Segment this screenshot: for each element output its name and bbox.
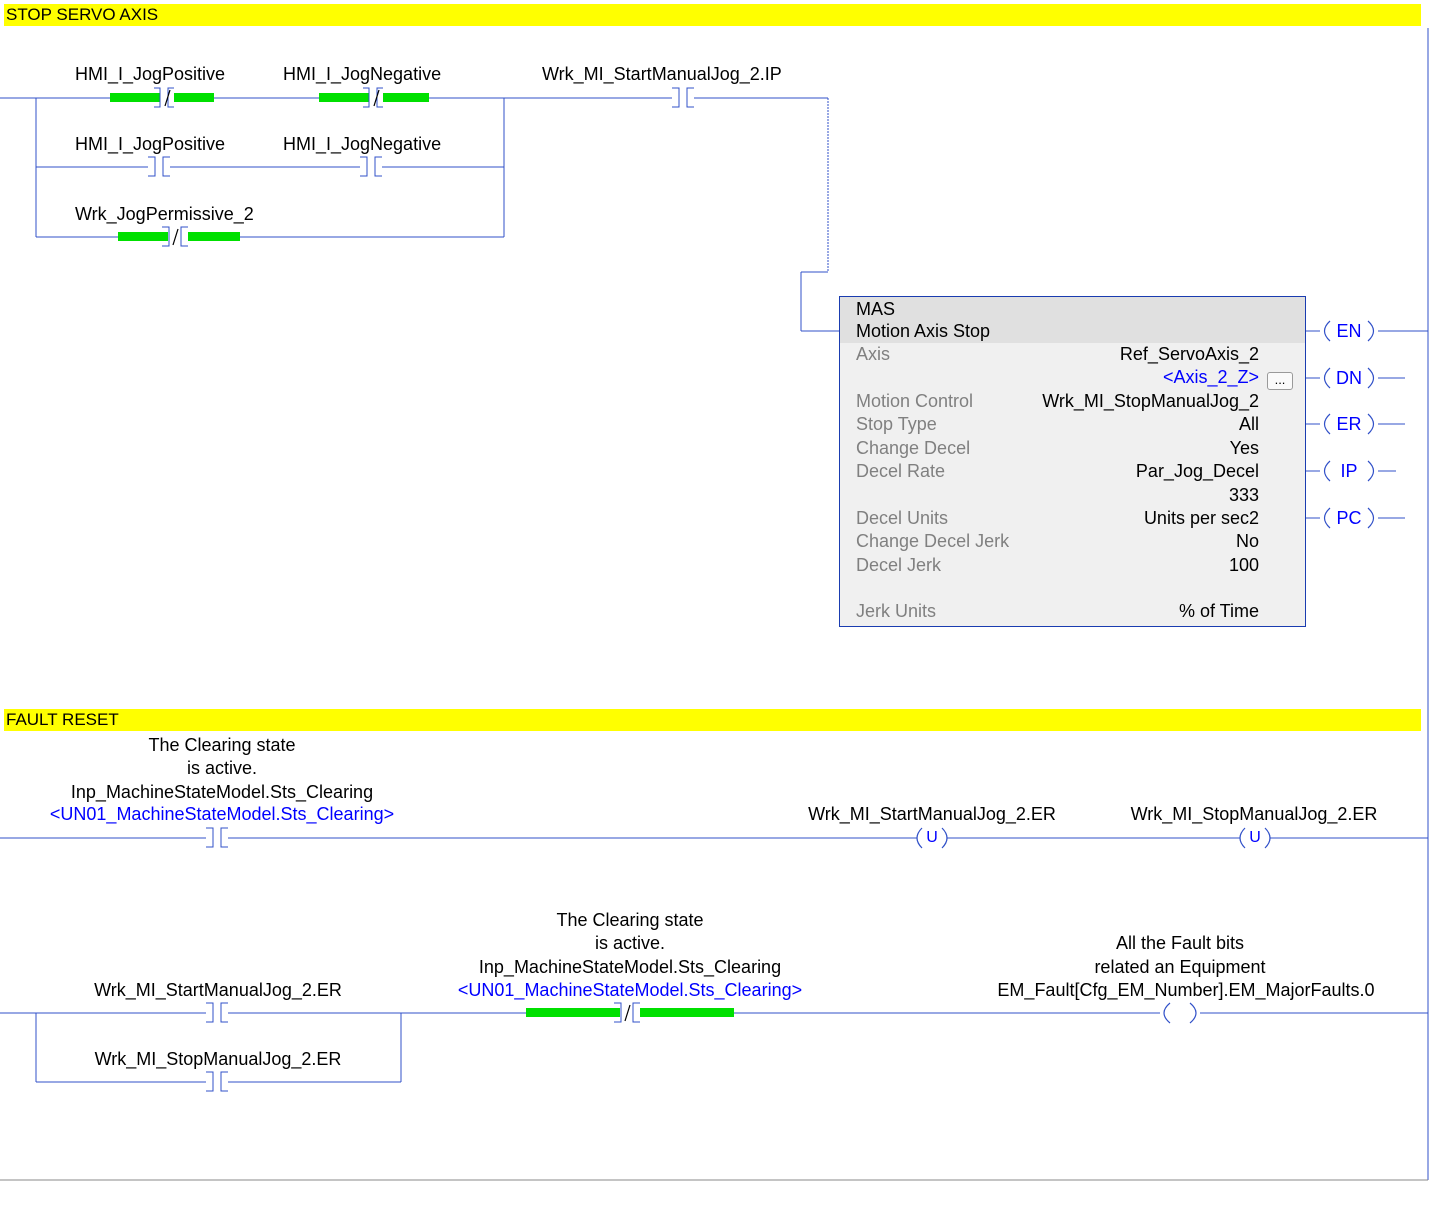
xic-stop-er[interactable] [206,1071,228,1092]
alias-clearing-state-r3: <UN01_MachineStateModel.Sts_Clearing> [457,980,803,1000]
alias-clearing-state: <UN01_MachineStateModel.Sts_Clearing> [49,804,395,824]
mas-mnemonic: MAS [856,299,896,319]
mas-param-label-change-decel-jerk: Change Decel Jerk [856,531,1010,551]
mas-axis-alias: <Axis_2_Z> [1162,367,1259,387]
mas-param-value-decel-units[interactable]: Units per sec2 [1144,507,1259,529]
tag-hmi-jog-positive: HMI_I_JogPositive [75,64,226,84]
tag-jog-permissive: Wrk_JogPermissive_2 [75,204,254,224]
mas-param-value-axis[interactable]: Ref_ServoAxis_2 [1120,343,1259,365]
mas-param-label-decel-jerk: Decel Jerk [856,555,942,575]
mas-output-ip: IP [1340,461,1358,481]
otu-symbol-stop: U [1249,829,1261,846]
mas-param-value-motion-control[interactable]: Wrk_MI_StopManualJog_2 [1042,390,1259,412]
xic-start-manual-jog-ip[interactable] [672,87,694,108]
rung-comment-stop-servo-axis: STOP SERVO AXIS [4,4,1421,26]
xic-start-er[interactable] [206,1002,228,1023]
mas-param-label-jerk-units: Jerk Units [856,601,937,621]
desc-fault-bits-line2: related an Equipment [1094,957,1266,977]
mas-param-label-change-decel: Change Decel [856,438,971,458]
desc-clearing-r3-line2: is active. [594,933,666,953]
mas-output-pc: PC [1336,508,1362,528]
xic-clearing-state-rung2[interactable] [206,827,228,848]
desc-fault-bits-line1: All the Fault bits [1115,933,1245,953]
xic-hmi-jog-positive[interactable] [148,156,170,177]
mas-param-value-decel-jerk[interactable]: 100 [1229,554,1259,576]
tag-unlatch-stop-er: Wrk_MI_StopManualJog_2.ER [1130,804,1378,824]
rung-comment-fault-reset: FAULT RESET [4,709,1421,731]
mas-param-label-stop-type: Stop Type [856,414,937,434]
xio-clearing-state-rung3[interactable] [526,1002,734,1023]
tag-clearing-state-r3: Inp_MachineStateModel.Sts_Clearing [478,957,782,977]
xio-hmi-jog-negative[interactable] [319,87,429,108]
tag-hmi-jog-negative: HMI_I_JogNegative [283,64,442,84]
desc-clearing-r3-line1: The Clearing state [556,910,704,930]
mas-param-label-decel-units: Decel Units [856,508,949,528]
mas-param-label-decel-rate: Decel Rate [856,461,946,481]
desc-clearing-line2: is active. [186,758,258,778]
mas-name: Motion Axis Stop [856,321,991,341]
tag-hmi-jog-negative-branch: HMI_I_JogNegative [283,134,442,154]
tag-hmi-jog-positive-branch: HMI_I_JogPositive [75,134,226,154]
mas-param-label-motion-control: Motion Control [856,391,974,411]
mas-decel-rate-live-value: 333 [1228,485,1259,505]
xic-hmi-jog-negative[interactable] [360,156,382,177]
xio-hmi-jog-positive[interactable] [110,87,214,108]
mas-output-en: EN [1336,321,1362,341]
otu-symbol-start: U [926,829,938,846]
mas-param-value-jerk-units[interactable]: % of Time [1179,600,1259,622]
mas-param-label-axis: Axis [856,344,891,364]
ote-em-major-fault[interactable] [1163,1002,1197,1024]
xio-jog-permissive[interactable] [118,226,240,247]
mas-output-er: ER [1336,414,1362,434]
tag-start-manual-jog-ip: Wrk_MI_StartManualJog_2.IP [542,64,782,84]
axis-browse-button[interactable]: ... [1267,372,1293,390]
tag-stop-er: Wrk_MI_StopManualJog_2.ER [94,1049,342,1069]
tag-clearing-state: Inp_MachineStateModel.Sts_Clearing [70,782,374,802]
mas-param-value-change-decel-jerk[interactable]: No [1236,530,1259,552]
desc-clearing-line1: The Clearing state [148,735,296,755]
mas-param-value-decel-rate[interactable]: Par_Jog_Decel [1136,460,1259,482]
mas-output-dn: DN [1336,368,1362,388]
mas-param-value-stop-type[interactable]: All [1239,413,1259,435]
tag-unlatch-start-er: Wrk_MI_StartManualJog_2.ER [808,804,1056,824]
tag-em-major-fault: EM_Fault[Cfg_EM_Number].EM_MajorFaults.0 [997,980,1375,1000]
mas-param-value-change-decel[interactable]: Yes [1230,437,1259,459]
tag-start-er: Wrk_MI_StartManualJog_2.ER [94,980,342,1000]
